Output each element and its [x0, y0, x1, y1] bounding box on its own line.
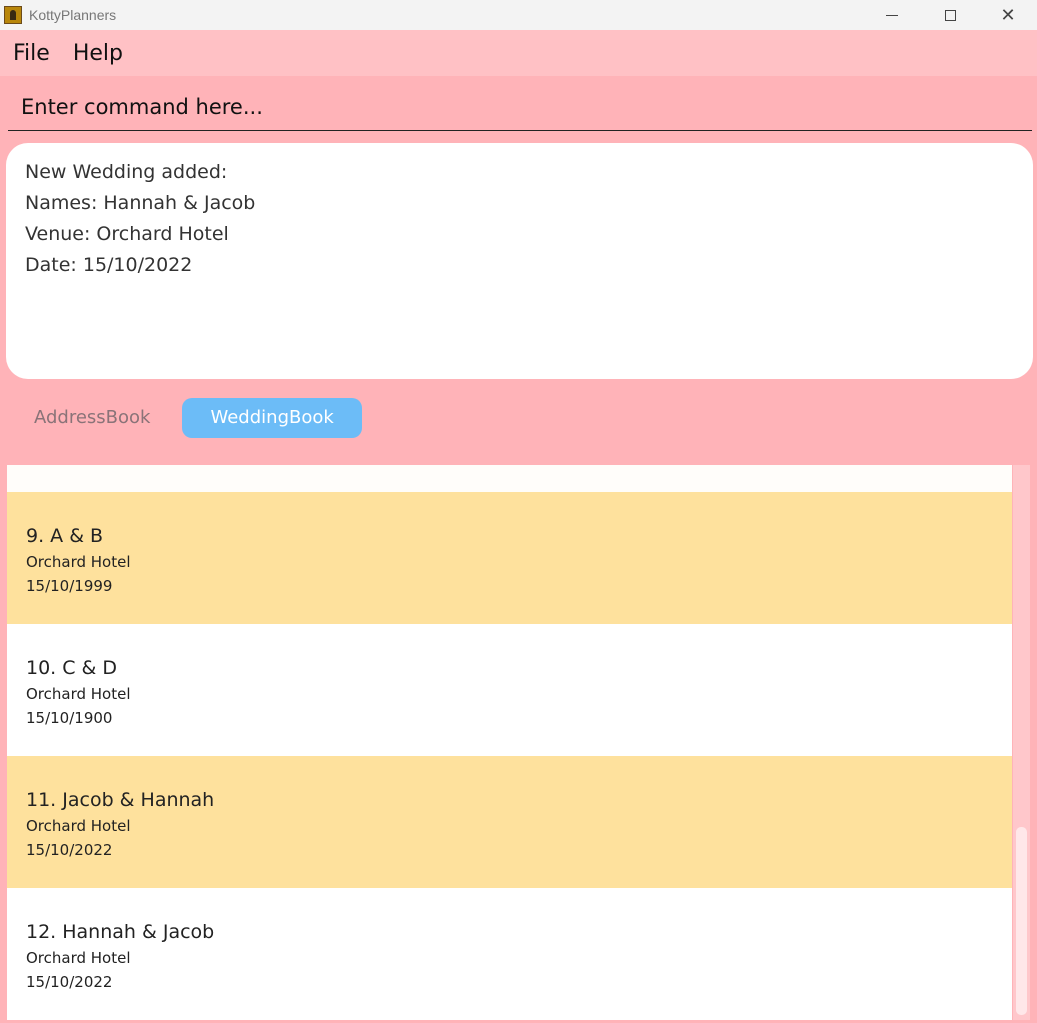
maximize-button[interactable]	[921, 0, 979, 30]
menu-help[interactable]: Help	[73, 41, 123, 66]
wedding-date: 15/10/1900	[26, 709, 113, 727]
minimize-button[interactable]	[863, 0, 921, 30]
wedding-title: 9. A & B	[26, 525, 104, 547]
list-item[interactable]: 9. A & B Orchard Hotel 15/10/1999	[7, 492, 1012, 624]
wedding-date: 15/10/2022	[26, 973, 113, 991]
minimize-icon	[886, 14, 898, 16]
wedding-venue: Orchard Hotel	[26, 817, 131, 835]
result-line: Venue: Orchard Hotel	[25, 223, 229, 245]
wedding-title: 10. C & D	[26, 657, 118, 679]
menu-bar: File Help	[0, 30, 1037, 76]
scrollbar-thumb[interactable]	[1016, 827, 1027, 1015]
list-item[interactable]: 12. Hannah & Jacob Orchard Hotel 15/10/2…	[7, 888, 1012, 1020]
book-tabs: AddressBook WeddingBook	[12, 398, 362, 438]
wedding-date: 15/10/1999	[26, 577, 113, 595]
result-line: New Wedding added:	[25, 161, 228, 183]
maximize-icon	[944, 9, 956, 21]
tab-wedding-book[interactable]: WeddingBook	[182, 398, 362, 438]
result-display: New Wedding added: Names: Hannah & Jacob…	[6, 143, 1033, 379]
wedding-date: 15/10/2022	[26, 841, 113, 859]
wedding-title: 11. Jacob & Hannah	[26, 789, 215, 811]
wedding-venue: Orchard Hotel	[26, 553, 131, 571]
result-line: Date: 15/10/2022	[25, 254, 193, 276]
list-item[interactable]: 10. C & D Orchard Hotel 15/10/1900	[7, 624, 1012, 756]
menu-file[interactable]: File	[13, 41, 50, 66]
wedding-venue: Orchard Hotel	[26, 949, 131, 967]
command-box	[8, 84, 1032, 131]
window-title: KottyPlanners	[29, 7, 117, 23]
list-item[interactable]: 11. Jacob & Hannah Orchard Hotel 15/10/2…	[7, 756, 1012, 888]
list-item-partial[interactable]	[7, 465, 1012, 492]
list-scrollbar[interactable]	[1013, 465, 1030, 1020]
window-controls: ✕	[863, 0, 1037, 30]
title-bar: KottyPlanners ✕	[0, 0, 1037, 30]
tab-address-book[interactable]: AddressBook	[12, 398, 172, 438]
command-input[interactable]	[8, 84, 1032, 130]
app-icon	[4, 6, 22, 24]
close-button[interactable]: ✕	[979, 0, 1037, 30]
result-line: Names: Hannah & Jacob	[25, 192, 256, 214]
wedding-venue: Orchard Hotel	[26, 685, 131, 703]
wedding-list: 9. A & B Orchard Hotel 15/10/1999 10. C …	[7, 465, 1012, 1020]
wedding-title: 12. Hannah & Jacob	[26, 921, 215, 943]
close-icon: ✕	[1000, 4, 1016, 26]
